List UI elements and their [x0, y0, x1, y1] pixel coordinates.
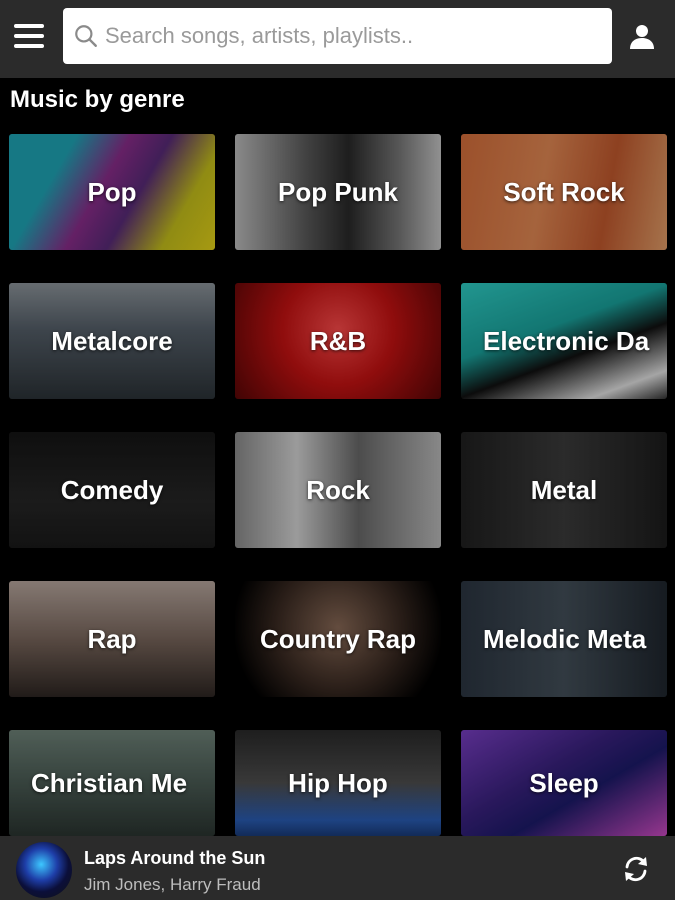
genre-label: Christian Me: [31, 767, 188, 798]
genre-tile-soft-rock[interactable]: Soft Rock: [461, 134, 667, 250]
genre-tile-metalcore[interactable]: Metalcore: [9, 283, 215, 399]
refresh-button[interactable]: [619, 852, 653, 886]
album-art[interactable]: [16, 842, 72, 898]
refresh-icon: [625, 856, 647, 882]
genre-tile-pop[interactable]: Pop: [9, 134, 215, 250]
track-artist: Jim Jones, Harry Fraud: [84, 875, 261, 894]
genre-tile-comedy[interactable]: Comedy: [9, 432, 215, 548]
genre-tile-hip-hop[interactable]: Hip Hop: [235, 730, 441, 836]
genre-tile-rap[interactable]: Rap: [9, 581, 215, 697]
genre-label: Metal: [530, 474, 598, 505]
genre-label: Melodic Meta: [483, 623, 647, 654]
genre-label: Electronic Da: [483, 325, 650, 356]
top-bar: [0, 0, 675, 78]
genre-label: Soft Rock: [503, 176, 625, 207]
track-title: Laps Around the Sun: [84, 848, 266, 868]
menu-button[interactable]: [12, 22, 46, 52]
genre-label: Rock: [306, 474, 370, 505]
genre-label: Rap: [87, 623, 137, 654]
search-input[interactable]: [105, 16, 600, 56]
genre-tile-sleep[interactable]: Sleep: [461, 730, 667, 836]
genre-label: Sleep: [529, 767, 599, 798]
genre-label: Metalcore: [51, 325, 173, 356]
genre-tile-rnb[interactable]: R&B: [235, 283, 441, 399]
hamburger-menu-icon: [14, 24, 44, 28]
genre-tile-pop-punk[interactable]: Pop Punk: [235, 134, 441, 250]
genre-tile-melodic-metal[interactable]: Melodic Meta: [461, 581, 667, 697]
genre-label: Country Rap: [260, 623, 416, 654]
genre-tile-rock[interactable]: Rock: [235, 432, 441, 548]
genre-tile-electronic-dance[interactable]: Electronic Da: [461, 283, 667, 399]
profile-button[interactable]: [627, 22, 657, 52]
search-icon: [75, 25, 97, 47]
genre-label: Comedy: [60, 474, 164, 505]
genre-label: R&B: [309, 325, 367, 356]
genre-label: Pop: [87, 176, 137, 207]
section-title: Music by genre: [10, 86, 185, 113]
genre-tile-christian-metal[interactable]: Christian Me: [9, 730, 215, 836]
genre-tile-metal[interactable]: Metal: [461, 432, 667, 548]
mini-player[interactable]: Laps Around the Sun Jim Jones, Harry Fra…: [0, 836, 675, 900]
genre-label: Hip Hop: [288, 767, 388, 798]
search-bar[interactable]: [63, 8, 612, 64]
user-profile-icon: [630, 25, 654, 49]
genre-tile-country-rap[interactable]: Country Rap: [235, 581, 441, 697]
genre-label: Pop Punk: [278, 176, 398, 207]
